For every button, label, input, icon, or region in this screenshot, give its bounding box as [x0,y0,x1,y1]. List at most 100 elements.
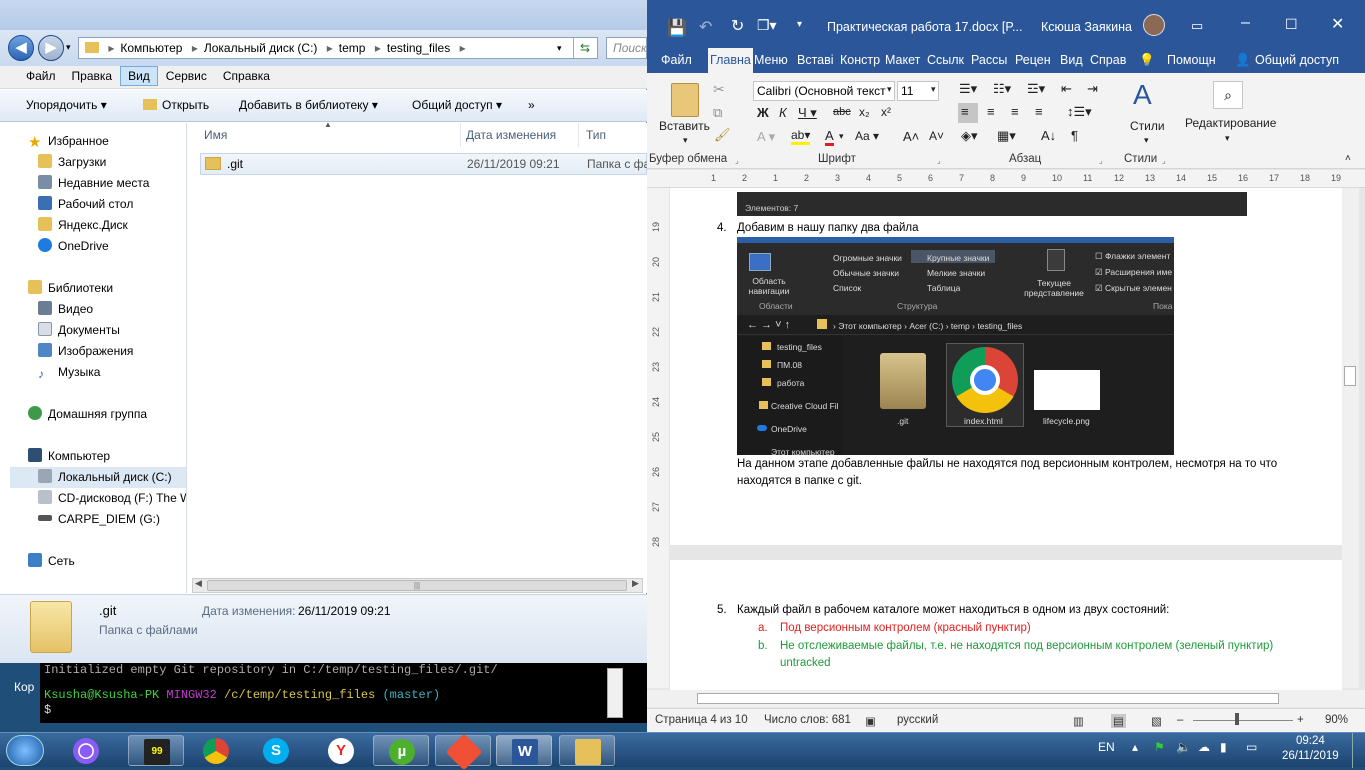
show-hidden-icons[interactable]: ▴ [1132,740,1138,754]
web-layout-icon[interactable]: ▧ [1151,714,1162,728]
zoom-slider-thumb[interactable] [1235,713,1239,725]
zoom-level[interactable]: 90% [1325,714,1348,726]
styles-icon[interactable]: A [1133,79,1152,111]
collapse-ribbon-icon[interactable]: ˄ [1345,153,1351,164]
bullets-icon[interactable]: ☰▾ [959,81,977,97]
taskbar-explorer[interactable] [559,735,615,766]
clock-date[interactable]: 26/11/2019 [1282,750,1339,762]
superscript-icon[interactable]: x² [881,105,891,119]
multilevel-list-icon[interactable]: ☲▾ [1027,81,1045,97]
column-date[interactable]: Дата изменения [458,123,579,147]
language-indicator[interactable]: EN [1098,740,1115,754]
tab-mailings[interactable]: Рассы [971,53,1007,67]
read-mode-icon[interactable]: ▥ [1073,714,1084,728]
show-marks-icon[interactable]: ¶ [1071,128,1078,143]
underline-icon[interactable]: Ч ▾ [798,105,817,121]
tab-home[interactable]: Главна [708,48,753,74]
paragraph-launcher-icon[interactable]: ⌟ [1099,156,1103,165]
cut-icon[interactable]: ✂ [713,81,725,98]
breadcrumb-temp[interactable]: temp [339,41,366,55]
column-type[interactable]: Тип [578,123,647,147]
tab-design[interactable]: Констр [840,53,880,67]
new-doc-icon[interactable]: ❐▾ [757,17,777,34]
refresh-icon[interactable]: ⇆ [573,38,590,58]
taskbar-git-tool[interactable] [435,733,491,770]
tab-help[interactable]: Справ [1090,53,1126,67]
vertical-ruler[interactable]: 19 20 21 22 23 24 25 26 27 28 [647,188,669,688]
tab-view[interactable]: Вид [1060,53,1083,67]
clock-time[interactable]: 09:24 [1296,735,1325,747]
taskbar-word[interactable]: W [496,735,552,766]
save-icon[interactable]: 💾 [667,18,687,38]
share-button[interactable]: Общий доступ ▾ [412,98,502,112]
increase-indent-icon[interactable]: ⇥ [1087,81,1098,97]
menu-view[interactable]: Вид [120,66,158,86]
decrease-indent-icon[interactable]: ⇤ [1061,81,1072,97]
menu-help[interactable]: Справка [215,66,278,86]
address-dropdown-icon[interactable]: ▾ [557,38,562,58]
horizontal-ruler[interactable]: 1 2 1 2 3 4 5 6 7 8 9 10 11 12 13 14 15 16 17 18 19 [647,170,1365,188]
line-spacing-icon[interactable]: ↕☰▾ [1067,104,1092,120]
tab-file[interactable]: Файл [661,53,692,67]
word-vertical-scrollbar[interactable] [1342,188,1359,688]
language[interactable]: русский [897,714,938,726]
nav-local-disk-c[interactable]: Локальный диск (C:) [10,467,186,488]
breadcrumb-testing-files[interactable]: testing_files [387,41,450,55]
redo-icon[interactable]: ↻ [731,16,744,36]
nav-network[interactable]: Сеть [28,551,186,572]
document-page-2[interactable]: 5. Каждый файл в рабочем каталоге может … [670,560,1342,690]
taskbar-yandex[interactable]: Y [313,735,369,766]
taskbar-terminal[interactable]: 99 [128,735,184,766]
italic-icon[interactable]: К [779,105,787,120]
nav-desktop[interactable]: Рабочий стол [38,194,186,215]
zoom-slider[interactable] [1193,720,1293,721]
breadcrumb-computer[interactable]: Компьютер [120,41,182,55]
open-button[interactable]: Открыть [143,98,209,112]
styles-launcher-icon[interactable]: ⌟ [1162,156,1166,165]
maximize-icon[interactable]: ☐ [1285,16,1298,33]
tab-references[interactable]: Ссылк [927,53,964,67]
scrollbar-thumb[interactable] [697,693,1279,704]
add-to-library-button[interactable]: Добавить в библиотеку ▾ [239,98,378,112]
text-effects-icon[interactable]: A ▾ [757,129,775,145]
nav-carpe-diem[interactable]: CARPE_DIEM (G:) [38,509,186,530]
minimize-icon[interactable]: – [1241,14,1250,32]
customize-qat-icon[interactable]: ▾ [797,19,802,30]
tab-review[interactable]: Рецен [1015,53,1051,67]
avatar[interactable] [1143,14,1165,36]
breadcrumb-disk[interactable]: Локальный диск (C:) [204,41,318,55]
paste-icon[interactable] [671,83,699,117]
taskbar-alice[interactable]: ◯ [58,735,114,766]
menu-edit[interactable]: Правка [64,66,121,86]
scrollbar-thumb[interactable]: ||| [207,580,627,591]
scrollbar-thumb[interactable] [1344,366,1356,386]
grow-font-icon[interactable]: A˄ [903,129,919,144]
nav-cd-drive[interactable]: CD-дисковод (F:) The W [38,488,186,509]
table-row[interactable]: .git 26/11/2019 09:21 Папка с фай [200,153,657,175]
align-right-icon[interactable]: ≡ [1011,104,1019,119]
nav-music[interactable]: ♪ Музыка [38,362,186,383]
paste-button[interactable]: Вставить [659,119,710,133]
word-horizontal-scrollbar[interactable] [647,690,1365,707]
proofing-icon[interactable]: ▣ [865,714,876,728]
nav-homegroup[interactable]: Домашняя группа [28,404,186,425]
start-button[interactable] [6,735,44,766]
taskbar-skype[interactable]: S [248,735,304,766]
bold-icon[interactable]: Ж [757,105,769,120]
nav-video[interactable]: Видео [38,299,186,320]
nav-pictures[interactable]: Изображения [38,341,186,362]
nav-libraries[interactable]: Библиотеки [28,278,186,299]
word-count[interactable]: Число слов: 681 [764,714,851,726]
find-icon[interactable]: ⌕ [1213,81,1243,109]
nav-recent-places[interactable]: Недавние места [38,173,186,194]
cloud-icon[interactable]: ☁ [1198,740,1210,754]
editing-button[interactable]: Редактирование [1185,116,1276,130]
network-tray-icon[interactable]: ▮ [1220,740,1227,754]
font-name-select[interactable]: Calibri (Основной текст [753,81,895,101]
styles-button[interactable]: Стили [1130,119,1165,133]
nav-computer[interactable]: Компьютер [28,446,186,467]
forward-icon[interactable]: ▶ [38,35,64,61]
font-color-icon[interactable]: A [825,128,834,146]
align-center-icon[interactable]: ≡ [987,104,995,119]
subscript-icon[interactable]: x₂ [859,105,870,119]
